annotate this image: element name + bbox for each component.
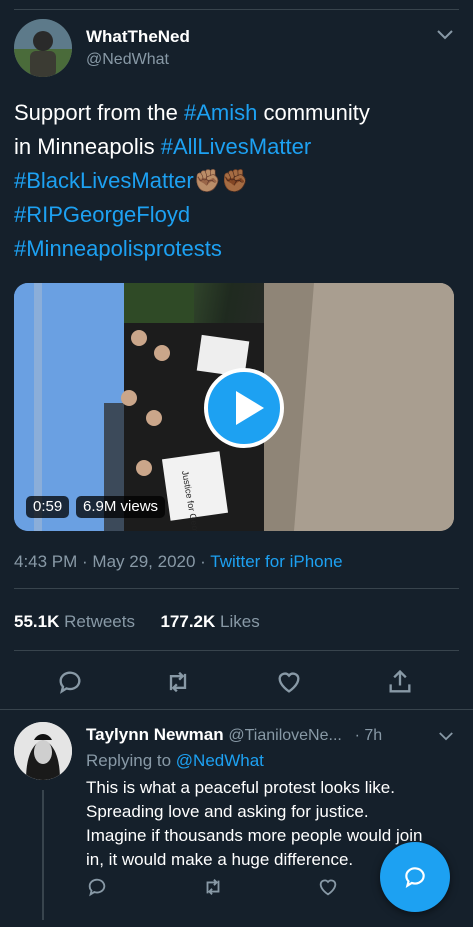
play-button[interactable] bbox=[204, 368, 284, 448]
compose-button[interactable] bbox=[380, 842, 450, 912]
reply-icon[interactable] bbox=[56, 668, 84, 696]
hashtag-ripgeorgefloyd[interactable]: #RIPGeorgeFloyd bbox=[14, 202, 190, 227]
thread-line bbox=[42, 790, 44, 920]
like-icon[interactable] bbox=[275, 668, 303, 696]
reply-like-icon[interactable] bbox=[317, 876, 339, 898]
tweet-stats: 55.1K Retweets 177.2K Likes bbox=[14, 612, 260, 632]
tweet-line-5: #Minneapolisprotests bbox=[14, 232, 459, 266]
reply-line-1: This is what a peaceful protest looks li… bbox=[86, 778, 395, 797]
text-plain: Support from the bbox=[14, 100, 184, 125]
meta-separator: · bbox=[77, 552, 93, 571]
stats-divider bbox=[14, 650, 459, 651]
author-handle[interactable]: @NedWhat bbox=[86, 51, 169, 69]
replying-handle-link[interactable]: @NedWhat bbox=[176, 751, 264, 770]
replying-to: Replying to @NedWhat bbox=[86, 751, 264, 771]
tweet-meta: 4:43 PM · May 29, 2020 · Twitter for iPh… bbox=[14, 552, 343, 572]
tweet-time: 4:43 PM bbox=[14, 552, 78, 571]
chevron-down-icon[interactable] bbox=[436, 28, 454, 40]
bottom-fade bbox=[86, 918, 176, 927]
tweet-date: May 29, 2020 bbox=[92, 552, 196, 571]
reply-header: Taylynn Newman @TianiloveNe... · 7h bbox=[86, 725, 382, 745]
video-views: 6.9M views bbox=[76, 496, 166, 518]
retweet-icon[interactable] bbox=[164, 668, 192, 696]
share-icon[interactable] bbox=[386, 668, 414, 696]
retweets-count: 55.1K bbox=[14, 612, 60, 631]
hashtag-amish[interactable]: #Amish bbox=[184, 100, 257, 125]
likes-label: Likes bbox=[220, 612, 260, 631]
tweet-source-link[interactable]: Twitter for iPhone bbox=[210, 552, 342, 571]
reply-retweet-icon[interactable] bbox=[202, 876, 224, 898]
text-plain: in Minneapolis bbox=[14, 134, 161, 159]
reply-author-name[interactable]: Taylynn Newman bbox=[86, 725, 224, 744]
tweet-text: Support from the #Amish community in Min… bbox=[14, 96, 459, 266]
text-plain: community bbox=[257, 100, 370, 125]
reply-author-handle[interactable]: @TianiloveNe... bbox=[228, 727, 341, 744]
section-divider bbox=[0, 709, 473, 710]
meta-divider bbox=[14, 588, 459, 589]
tweet-line-1: Support from the #Amish community bbox=[14, 96, 459, 130]
likes-count: 177.2K bbox=[160, 612, 216, 631]
replying-label: Replying to bbox=[86, 751, 176, 770]
fist-emoji: ✊🏽✊🏾 bbox=[193, 168, 249, 193]
reply-author-avatar[interactable] bbox=[14, 722, 72, 780]
author-avatar[interactable] bbox=[14, 19, 72, 77]
reply-line-2: Spreading love and asking for justice. bbox=[86, 802, 369, 821]
tweet-line-3: #BlackLivesMatter✊🏽✊🏾 bbox=[14, 164, 459, 198]
hashtag-alllivesmatter[interactable]: #AllLivesMatter bbox=[161, 134, 311, 159]
reply-reply-icon[interactable] bbox=[86, 876, 108, 898]
hashtag-blacklivesmatter[interactable]: #BlackLivesMatter bbox=[14, 168, 194, 193]
meta-separator: · bbox=[195, 552, 211, 571]
reply-time: · 7h bbox=[354, 727, 383, 744]
retweets-stat[interactable]: 55.1K Retweets bbox=[14, 612, 135, 631]
compose-icon bbox=[402, 864, 428, 890]
likes-stat[interactable]: 177.2K Likes bbox=[160, 612, 259, 631]
tweet-line-2: in Minneapolis #AllLivesMatter bbox=[14, 130, 459, 164]
tweet-line-4: #RIPGeorgeFloyd bbox=[14, 198, 459, 232]
video-duration: 0:59 bbox=[26, 496, 70, 518]
hashtag-minneapolisprotests[interactable]: #Minneapolisprotests bbox=[14, 236, 222, 261]
author-name[interactable]: WhatTheNed bbox=[86, 27, 190, 47]
reply-chevron-down-icon[interactable] bbox=[438, 729, 454, 741]
top-divider bbox=[14, 9, 459, 10]
video-player[interactable]: Justice for George Floyd 0:59 6.9M views bbox=[14, 283, 454, 531]
retweets-label: Retweets bbox=[64, 612, 135, 631]
